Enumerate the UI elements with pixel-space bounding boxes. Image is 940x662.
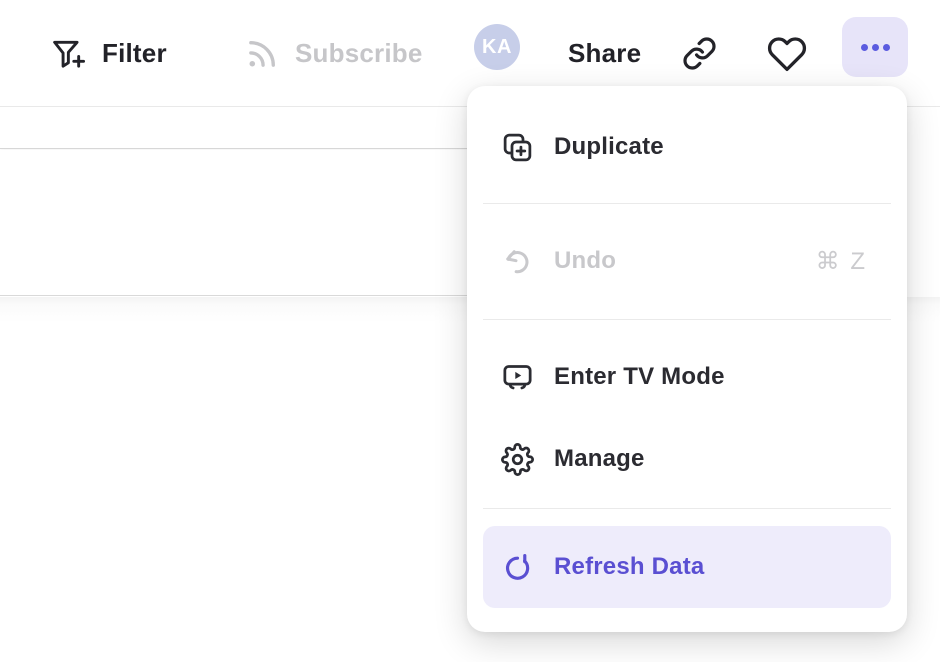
funnel-plus-icon xyxy=(50,35,87,72)
menu-item-label: Manage xyxy=(554,445,645,473)
filter-label: Filter xyxy=(102,38,167,69)
heart-icon xyxy=(767,34,807,74)
subscribe-button[interactable]: Subscribe xyxy=(245,0,423,107)
avatar[interactable]: KA xyxy=(474,24,520,70)
app-window: some of the most basic revenue m Filter … xyxy=(0,0,940,662)
rss-icon xyxy=(245,36,280,71)
filter-button[interactable]: Filter xyxy=(50,0,167,107)
subscribe-label: Subscribe xyxy=(295,38,423,69)
ellipsis-icon xyxy=(861,44,868,51)
share-label: Share xyxy=(568,38,641,69)
refresh-icon xyxy=(501,551,534,584)
menu-item-enter-tv-mode[interactable]: Enter TV Mode xyxy=(483,344,891,410)
menu-item-label: Refresh Data xyxy=(554,553,704,581)
menu-item-label: Undo xyxy=(554,247,616,275)
menu-divider xyxy=(483,508,891,509)
link-icon xyxy=(682,36,717,71)
undo-icon xyxy=(501,245,534,278)
menu-item-label: Enter TV Mode xyxy=(554,363,725,391)
tv-icon xyxy=(501,361,534,394)
menu-item-duplicate[interactable]: Duplicate xyxy=(483,114,891,180)
menu-divider xyxy=(483,203,891,204)
menu-divider xyxy=(483,319,891,320)
gear-icon xyxy=(501,443,534,476)
menu-item-manage[interactable]: Manage xyxy=(483,426,891,492)
more-options-menu: Duplicate Undo ⌘ Z Enter TV M xyxy=(467,86,907,632)
duplicate-icon xyxy=(501,131,534,164)
menu-item-shortcut: ⌘ Z xyxy=(816,247,867,276)
more-options-button[interactable] xyxy=(842,17,908,77)
menu-item-label: Duplicate xyxy=(554,133,664,161)
menu-item-refresh-data[interactable]: Refresh Data xyxy=(483,526,891,608)
menu-item-undo[interactable]: Undo ⌘ Z xyxy=(483,228,891,294)
